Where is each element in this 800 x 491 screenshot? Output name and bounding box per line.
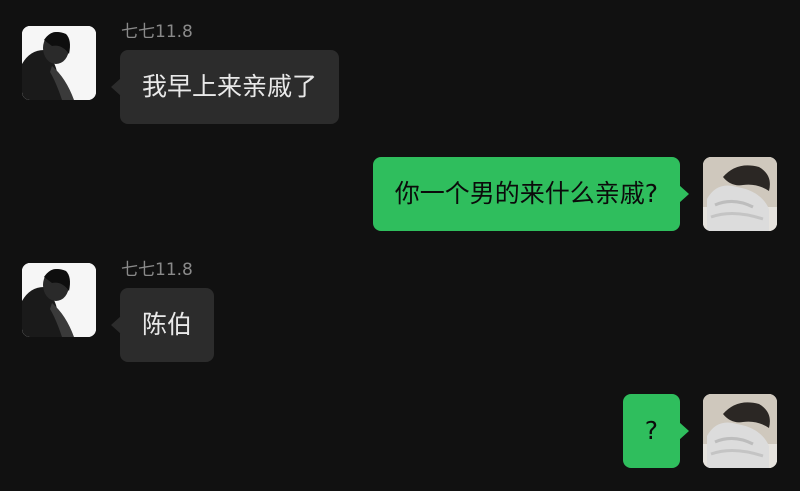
incoming-message-bubble[interactable]: 陈伯 [110, 288, 215, 362]
sender-name: 七七11.8 [121, 260, 193, 280]
chat-window: 七七11.8 我早上来亲戚了 你一个男的来什么亲戚? 七七11.8 陈伯 ? [0, 0, 800, 491]
self-avatar[interactable] [703, 394, 777, 468]
outgoing-message-bubble[interactable]: 你一个男的来什么亲戚? [372, 157, 690, 231]
sender-name: 七七11.8 [121, 22, 193, 42]
contact-avatar[interactable] [22, 26, 96, 100]
outgoing-message-bubble[interactable]: ? [622, 394, 690, 468]
contact-avatar[interactable] [22, 263, 96, 337]
self-avatar[interactable] [703, 157, 777, 231]
incoming-message-bubble[interactable]: 我早上来亲戚了 [110, 50, 340, 124]
